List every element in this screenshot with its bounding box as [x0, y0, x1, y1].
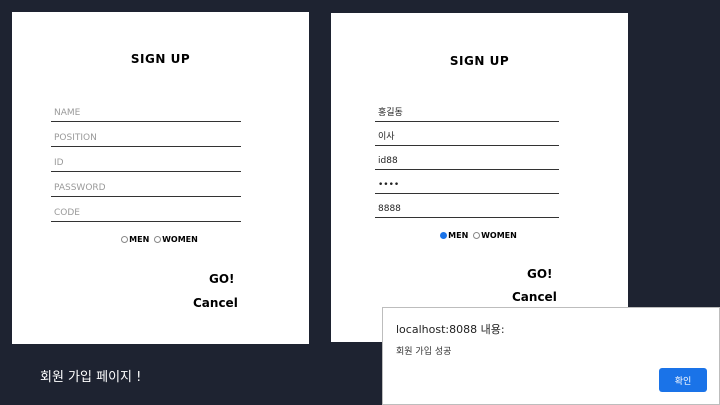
code-field[interactable]: CODE	[51, 197, 241, 222]
code-value: 8888	[378, 204, 401, 214]
id-field[interactable]: id88	[375, 145, 559, 170]
radio-women-label: WOMEN	[162, 235, 198, 244]
page-caption: 회원 가입 페이지 !	[40, 370, 142, 385]
radio-men[interactable]	[440, 232, 448, 239]
go-button[interactable]: GO!	[209, 272, 235, 286]
code-placeholder: CODE	[54, 208, 80, 218]
radio-men-label: MEN	[129, 235, 150, 244]
go-button[interactable]: GO!	[527, 267, 553, 281]
id-value: id88	[378, 156, 398, 166]
radio-men[interactable]	[121, 236, 129, 243]
radio-women[interactable]	[154, 236, 162, 243]
radio-women-label: WOMEN	[481, 231, 517, 240]
signup-form-empty: SIGN UP NAME POSITION ID PASSWORD CODE M…	[12, 12, 309, 344]
password-placeholder: PASSWORD	[54, 183, 106, 193]
password-field[interactable]: ••••	[375, 169, 559, 194]
password-value: ••••	[378, 180, 400, 190]
dialog-title: localhost:8088 내용:	[396, 323, 505, 336]
signup-form-filled: SIGN UP 홍길동 이사 id88 •••• 8888 MEN WOMEN …	[331, 13, 628, 342]
name-placeholder: NAME	[54, 108, 81, 118]
position-placeholder: POSITION	[54, 133, 97, 143]
position-value: 이사	[378, 132, 395, 142]
radio-women[interactable]	[473, 232, 481, 239]
name-value: 홍길동	[378, 108, 403, 118]
form-title: SIGN UP	[449, 54, 510, 68]
id-field[interactable]: ID	[51, 147, 241, 172]
name-field[interactable]: 홍길동	[375, 97, 559, 122]
dialog-message: 회원 가입 성공	[396, 347, 452, 357]
alert-dialog: localhost:8088 내용: 회원 가입 성공 확인	[382, 307, 720, 405]
gender-radio-group: MEN WOMEN	[12, 235, 309, 244]
gender-radio-group: MEN WOMEN	[331, 231, 628, 240]
name-field[interactable]: NAME	[51, 97, 241, 122]
password-field[interactable]: PASSWORD	[51, 172, 241, 197]
position-field[interactable]: POSITION	[51, 122, 241, 147]
cancel-button[interactable]: Cancel	[512, 290, 557, 304]
form-title: SIGN UP	[130, 52, 191, 66]
code-field[interactable]: 8888	[375, 193, 559, 218]
position-field[interactable]: 이사	[375, 121, 559, 146]
radio-men-label: MEN	[448, 231, 469, 240]
ok-button[interactable]: 확인	[659, 368, 707, 392]
id-placeholder: ID	[54, 158, 64, 168]
cancel-button[interactable]: Cancel	[193, 296, 238, 310]
